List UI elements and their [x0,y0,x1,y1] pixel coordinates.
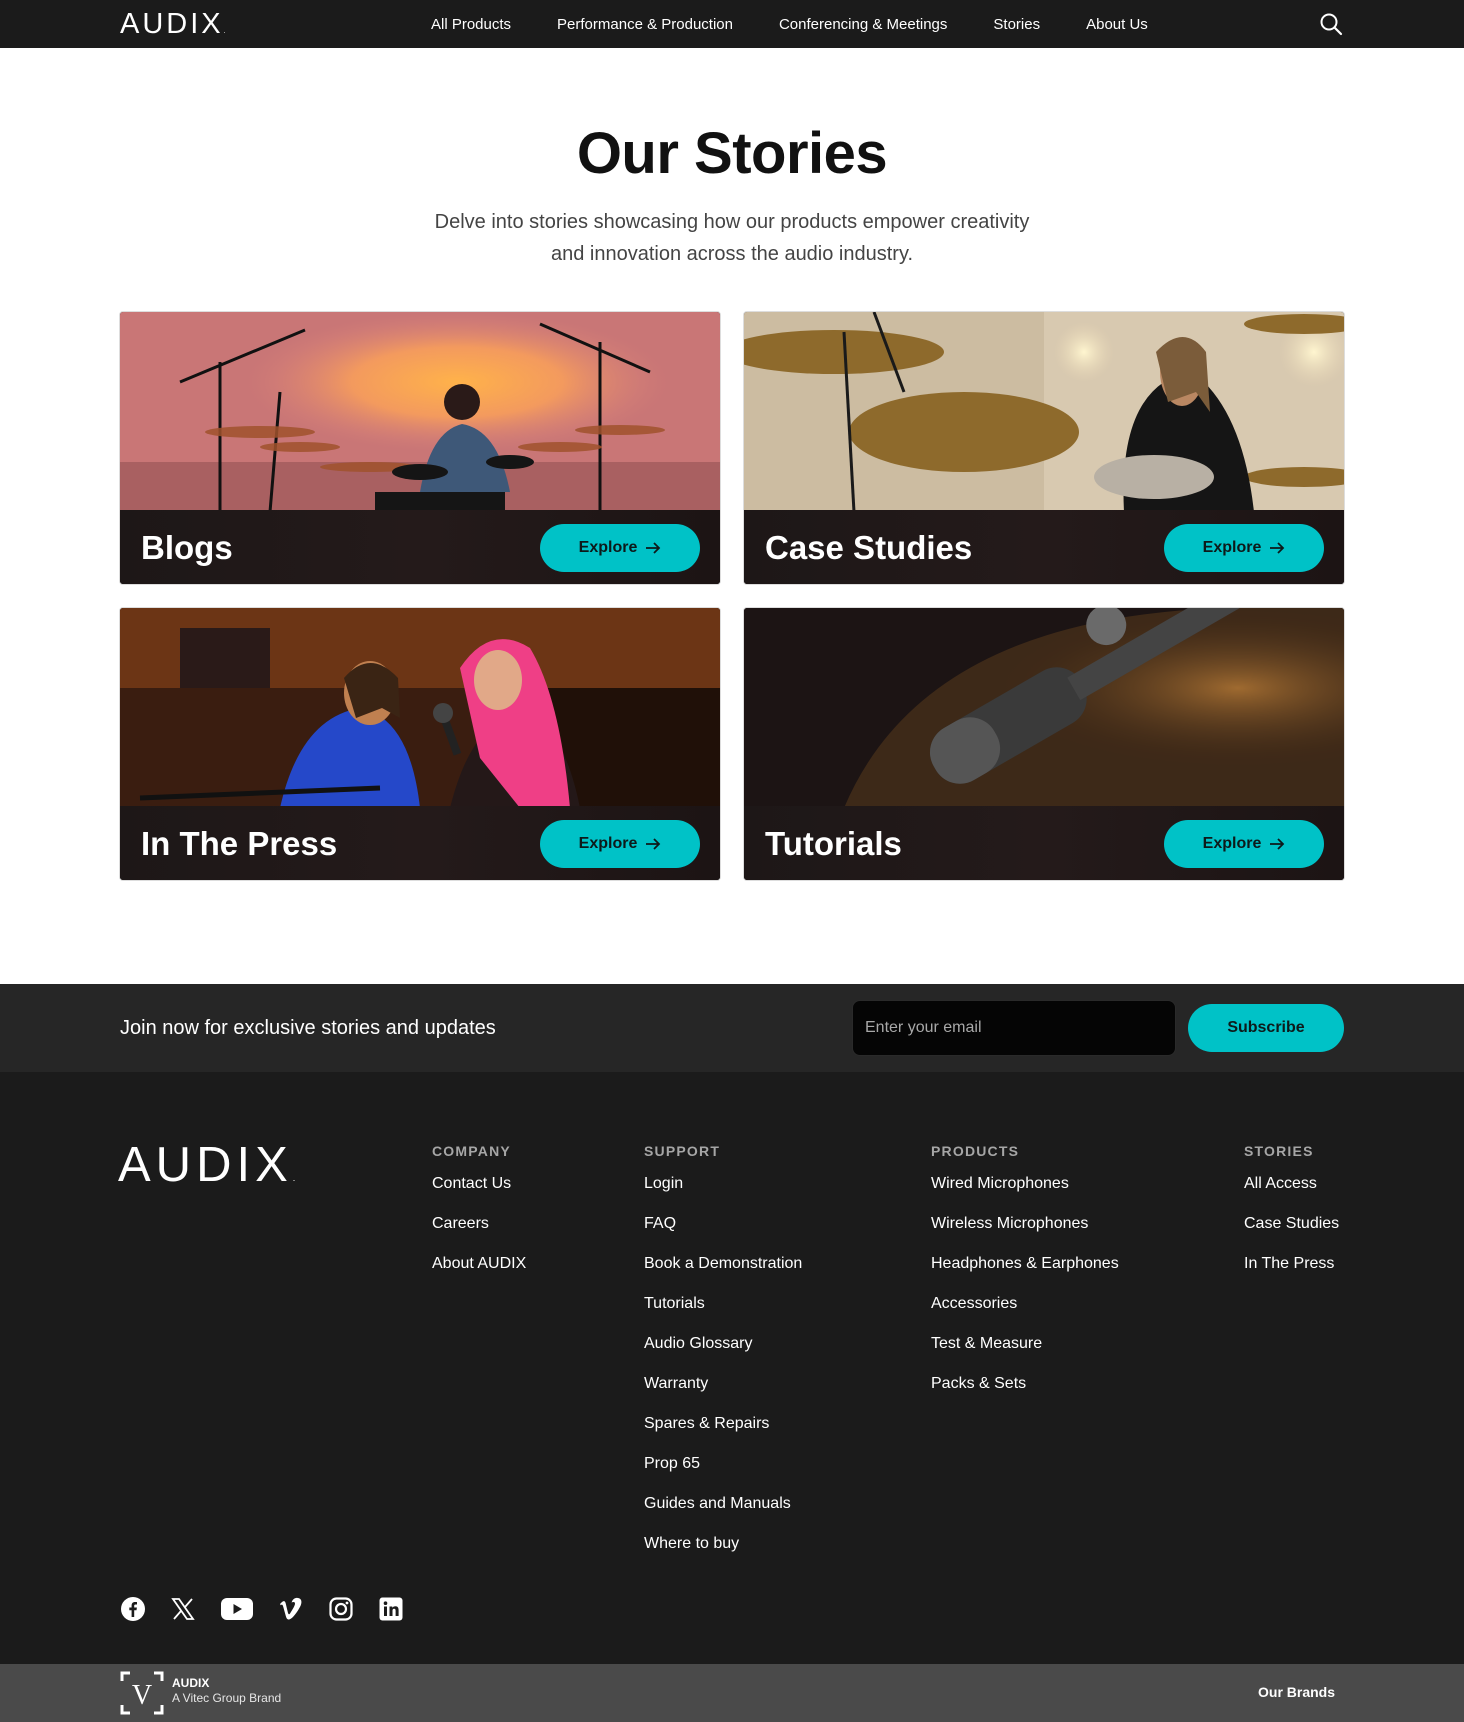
subscribe-button[interactable]: Subscribe [1188,1004,1344,1052]
card-title: Tutorials [765,825,902,862]
footer-link[interactable]: All Access [1244,1174,1339,1194]
footer-column-heading: PRODUCTS [931,1143,1020,1159]
footer-column-company: COMPANY Contact Us Careers About AUDIX [432,1142,526,1294]
our-brands-link[interactable]: Our Brands [1258,1684,1335,1700]
story-card-case-studies[interactable]: Case Studies Explore [743,311,1345,585]
newsletter-text: Join now for exclusive stories and updat… [120,1017,496,1039]
footer-link[interactable]: Audio Glossary [644,1334,802,1354]
linkedin-icon[interactable] [378,1596,404,1622]
arrow-right-icon [1270,542,1285,554]
nav-about-us[interactable]: About Us [1086,16,1148,33]
footer-link[interactable]: Spares & Repairs [644,1414,802,1434]
microphone-photo [744,608,1344,808]
footer-link[interactable]: Test & Measure [931,1334,1119,1354]
explore-button[interactable]: Explore [1164,820,1324,868]
singers-photo [120,608,720,808]
page-subtitle: Delve into stories showcasing how our pr… [434,211,1030,265]
nav-all-products[interactable]: All Products [431,16,511,33]
nav-conferencing-meetings[interactable]: Conferencing & Meetings [779,16,947,33]
footer-link[interactable]: Wired Microphones [931,1174,1119,1194]
nav-performance-production[interactable]: Performance & Production [557,16,733,33]
vitec-v-logo[interactable]: V [120,1671,164,1715]
footer-link[interactable]: Wireless Microphones [931,1214,1119,1234]
story-card-tutorials[interactable]: Tutorials Explore [743,607,1345,881]
footer-link[interactable]: Book a Demonstration [644,1254,802,1274]
card-title: Blogs [141,529,233,566]
footer-link[interactable]: Careers [432,1214,526,1234]
arrow-right-icon [646,838,661,850]
arrow-right-icon [1270,838,1285,850]
footer-column-heading: STORIES [1244,1143,1314,1159]
drummer-cymbals-photo [744,312,1344,512]
nav-stories[interactable]: Stories [993,16,1040,33]
footer-column-heading: SUPPORT [644,1143,721,1159]
top-navigation-bar: AUDIX. All Products Performance & Produc… [0,0,1464,48]
card-title: Case Studies [765,529,973,566]
footer-link[interactable]: Case Studies [1244,1214,1339,1234]
newsletter-bar: Join now for exclusive stories and updat… [0,984,1464,1072]
footer-column-heading: COMPANY [432,1143,511,1159]
youtube-icon[interactable] [220,1596,254,1622]
story-card-in-the-press[interactable]: In The Press Explore [119,607,721,881]
instagram-icon[interactable] [328,1596,354,1622]
explore-button[interactable]: Explore [540,820,700,868]
footer-link[interactable]: About AUDIX [432,1254,526,1274]
footer-link[interactable]: FAQ [644,1214,802,1234]
email-input[interactable] [852,1000,1176,1056]
card-title: In The Press [141,825,338,862]
vimeo-icon[interactable] [278,1596,304,1622]
footer-column-support: SUPPORT Login FAQ Book a Demonstration T… [644,1142,802,1574]
brand-sub: A Vitec Group Brand [172,1691,282,1705]
footer-link[interactable]: Login [644,1174,802,1194]
svg-text:V: V [132,1680,152,1711]
footer-column-stories: STORIES All Access Case Studies In The P… [1244,1142,1339,1294]
footer-link[interactable]: Contact Us [432,1174,526,1194]
footer-link[interactable]: Prop 65 [644,1454,802,1474]
footer: AUDIX. COMPANY Contact Us Careers About … [0,1072,1464,1664]
footer-column-products: PRODUCTS Wired Microphones Wireless Micr… [931,1142,1119,1414]
page-title: Our Stories [576,121,888,186]
story-card-blogs[interactable]: Blogs Explore [119,311,721,585]
footer-link[interactable]: Packs & Sets [931,1374,1119,1394]
facebook-icon[interactable] [120,1596,146,1622]
social-links [120,1596,404,1622]
search-icon[interactable] [1318,11,1344,37]
footer-link[interactable]: Tutorials [644,1294,802,1314]
audix-logo[interactable]: AUDIX. [120,9,226,47]
drummer-photo [120,312,720,512]
footer-link[interactable]: Headphones & Earphones [931,1254,1119,1274]
main-nav: All Products Performance & Production Co… [431,0,1194,48]
explore-button[interactable]: Explore [1164,524,1324,572]
x-icon[interactable] [170,1596,196,1622]
brand-name: AUDIX [172,1676,210,1690]
footer-link[interactable]: Where to buy [644,1534,802,1554]
footer-link[interactable]: Warranty [644,1374,802,1394]
arrow-right-icon [646,542,661,554]
footer-link[interactable]: Accessories [931,1294,1119,1314]
brand-bar: V AUDIX A Vitec Group Brand Our Brands [0,1664,1464,1722]
footer-link[interactable]: Guides and Manuals [644,1494,802,1514]
footer-audix-logo[interactable]: AUDIX. [118,1140,295,1203]
explore-button[interactable]: Explore [540,524,700,572]
footer-link[interactable]: In The Press [1244,1254,1339,1274]
